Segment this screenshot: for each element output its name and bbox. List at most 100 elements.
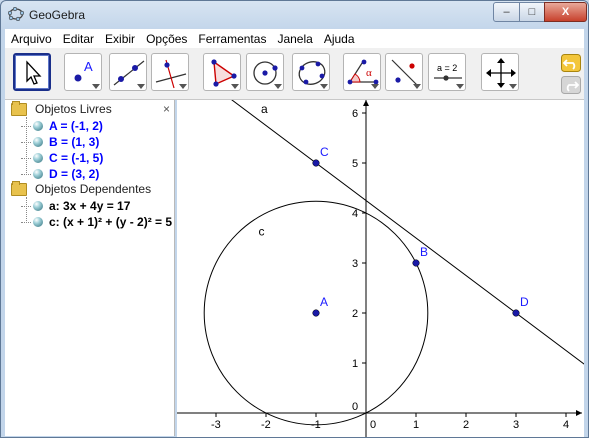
object-label: a: 3x + 4y = 17	[49, 199, 131, 213]
geogebra-logo-icon	[8, 7, 24, 21]
circle-tool-button[interactable]	[246, 53, 284, 91]
object-label: B = (1, 3)	[49, 135, 100, 149]
line-a[interactable]	[105, 5, 588, 369]
dependent-objects-folder[interactable]: Objetos Dependentes	[11, 180, 152, 197]
visibility-ball-icon[interactable]	[33, 121, 43, 131]
close-button[interactable]: X	[544, 2, 587, 22]
menu-janela[interactable]: Janela	[271, 32, 317, 46]
axes	[177, 100, 582, 437]
tool-menu-arrow-icon[interactable]	[137, 84, 145, 89]
algebra-view: × Objetos Livres A = (-1, 2) B = (1, 3) …	[5, 100, 175, 436]
tool-menu-arrow-icon[interactable]	[231, 84, 239, 89]
y-tick-label: 6	[352, 108, 358, 120]
redo-icon[interactable]	[561, 76, 581, 94]
x-tick-label: -3	[211, 419, 221, 431]
tool-menu-arrow-icon[interactable]	[92, 84, 100, 89]
polygon-tool-button[interactable]	[203, 53, 241, 91]
menu-editar[interactable]: Editar	[57, 32, 99, 46]
visibility-ball-icon[interactable]	[33, 217, 43, 227]
tool-menu-arrow-icon[interactable]	[509, 84, 517, 89]
dependent-objects-title: Objetos Dependentes	[35, 182, 152, 196]
point-label-c: C	[320, 145, 329, 159]
y-tick-label: 5	[352, 158, 358, 170]
perpendicular-tool-button[interactable]	[151, 53, 189, 91]
graphics-canvas[interactable]: -3 -2 -1 0 1 2 3 4 6 5 4 3 2 1 0 a c A B C…	[105, 5, 588, 437]
angle-tool-button[interactable]: α	[343, 53, 381, 91]
line-a-label: a	[261, 102, 268, 116]
free-objects-title: Objetos Livres	[35, 102, 112, 116]
menu-opcoes[interactable]: Opções	[140, 32, 192, 46]
x-tick-label: 0	[370, 419, 376, 431]
algebra-object-row[interactable]: D = (3, 2)	[21, 166, 99, 182]
tool-menu-arrow-icon[interactable]	[274, 84, 282, 89]
reflect-tool-button[interactable]	[385, 53, 423, 91]
point-label-a: A	[320, 295, 328, 309]
y-tick-label: 4	[352, 208, 358, 220]
point-tool-label: A	[84, 59, 93, 74]
window-title: GeoGebra	[29, 8, 86, 22]
menu-exibir[interactable]: Exibir	[99, 32, 140, 46]
undo-icon[interactable]	[561, 54, 581, 72]
visibility-ball-icon[interactable]	[33, 153, 43, 163]
point-label-b: B	[420, 245, 428, 259]
folder-icon	[11, 100, 27, 116]
point-a[interactable]	[312, 309, 320, 317]
point-label-d: D	[520, 295, 529, 309]
y-tick-label: 1	[352, 358, 358, 370]
object-label: D = (3, 2)	[49, 167, 100, 181]
algebra-close-button[interactable]: ×	[163, 102, 170, 116]
new-point-tool-button[interactable]: A	[64, 53, 102, 91]
geogebra-window: GeoGebra – □ X Arquivo Editar Exibir Opç…	[0, 0, 589, 438]
move-tool-button[interactable]	[13, 53, 51, 91]
axis-ticks	[215, 112, 567, 417]
object-label: c: (x + 1)² + (y - 2)² = 5	[49, 215, 173, 229]
tool-menu-arrow-icon[interactable]	[179, 84, 187, 89]
algebra-object-row[interactable]: c: (x + 1)² + (y - 2)² = 5	[21, 214, 172, 230]
free-objects-folder[interactable]: Objetos Livres	[11, 100, 112, 117]
point-d[interactable]	[512, 309, 520, 317]
x-tick-label: 1	[413, 419, 419, 431]
menu-ferramentas[interactable]: Ferramentas	[192, 32, 271, 46]
line-tool-button[interactable]	[109, 53, 147, 91]
visibility-ball-icon[interactable]	[33, 137, 43, 147]
move-graphics-tool-button[interactable]	[481, 53, 519, 91]
y-tick-label: 3	[352, 258, 358, 270]
object-label: A = (-1, 2)	[49, 119, 103, 133]
minimize-button[interactable]: –	[493, 2, 520, 22]
y-tick-label: 0	[352, 401, 358, 413]
algebra-object-row[interactable]: A = (-1, 2)	[21, 118, 103, 134]
maximize-button[interactable]: □	[519, 2, 545, 22]
y-tick-label: 2	[352, 308, 358, 320]
tool-menu-arrow-icon[interactable]	[413, 84, 421, 89]
toolbar: A α a = 2	[5, 48, 584, 100]
tool-menu-arrow-icon[interactable]	[320, 84, 328, 89]
points-layer: A B C D	[312, 145, 529, 317]
conic-tool-button[interactable]	[292, 53, 330, 91]
title-bar[interactable]: GeoGebra – □ X	[1, 1, 588, 29]
algebra-object-row[interactable]: B = (1, 3)	[21, 134, 99, 150]
visibility-ball-icon[interactable]	[33, 169, 43, 179]
slider-tool-button[interactable]: a = 2	[428, 53, 466, 91]
visibility-ball-icon[interactable]	[33, 201, 43, 211]
x-tick-label: 3	[513, 419, 519, 431]
object-label: C = (-1, 5)	[49, 151, 104, 165]
menu-bar: Arquivo Editar Exibir Opções Ferramentas…	[5, 29, 584, 48]
graphics-view[interactable]: -3 -2 -1 0 1 2 3 4 6 5 4 3 2 1 0 a c A B C…	[105, 5, 588, 437]
cursor-arrow-icon	[26, 60, 42, 85]
circle-c-label: c	[259, 225, 265, 239]
algebra-object-row[interactable]: C = (-1, 5)	[21, 150, 103, 166]
menu-arquivo[interactable]: Arquivo	[5, 32, 57, 46]
axis-tick-labels: -3 -2 -1 0 1 2 3 4 6 5 4 3 2 1 0	[211, 108, 569, 431]
x-tick-label: -2	[261, 419, 271, 431]
menu-ajuda[interactable]: Ajuda	[318, 32, 360, 46]
point-b[interactable]	[412, 259, 420, 267]
x-tick-label: 2	[463, 419, 469, 431]
folder-icon	[11, 180, 27, 196]
angle-tool-label: α	[366, 67, 372, 79]
algebra-object-row[interactable]: a: 3x + 4y = 17	[21, 198, 130, 214]
point-c[interactable]	[312, 159, 320, 167]
tool-menu-arrow-icon[interactable]	[371, 84, 379, 89]
slider-tool-label: a = 2	[437, 63, 457, 73]
x-tick-label: 4	[563, 419, 569, 431]
tool-menu-arrow-icon[interactable]	[456, 84, 464, 89]
